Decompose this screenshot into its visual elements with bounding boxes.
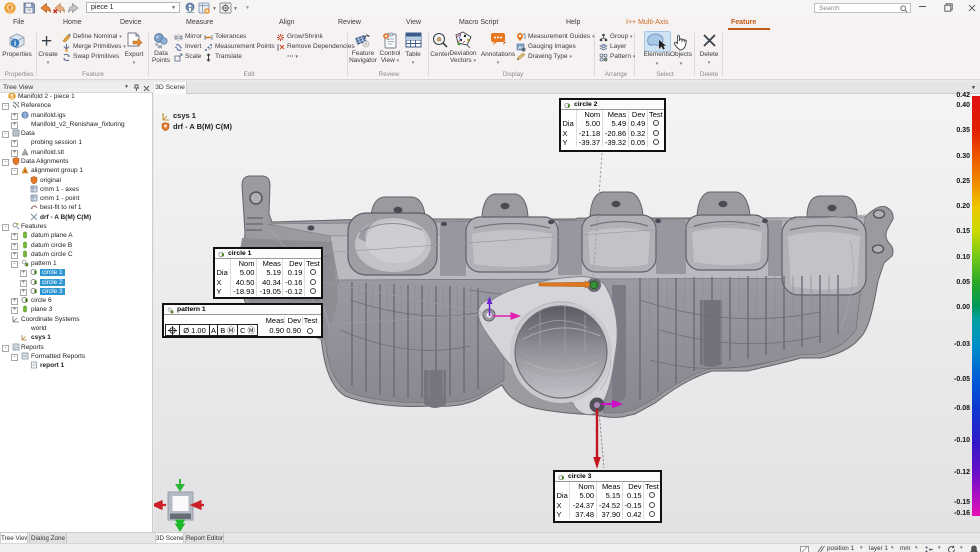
svg-text:i: i bbox=[14, 39, 16, 48]
